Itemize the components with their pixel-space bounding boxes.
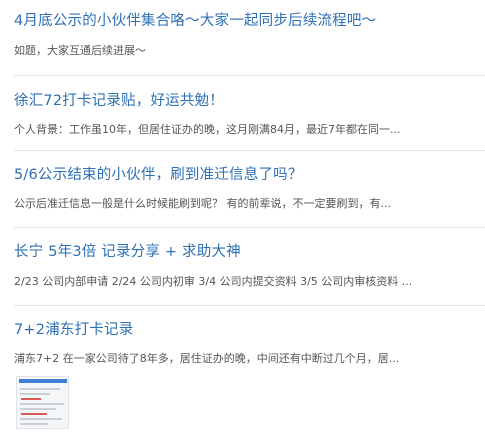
thumbnail-highlight (21, 398, 41, 400)
post-summary: 2/23 公司内部申请 2/24 公司内初审 3/4 公司内提交资料 3/5 公… (14, 275, 413, 288)
divider (14, 305, 485, 306)
post-summary: 浦东7+2 在一家公司待了8年多，居住证办的晚，中间还有中断过几个月，居... (14, 352, 400, 365)
thumbnail-highlight (21, 413, 47, 415)
thumbnail-line (20, 403, 64, 405)
post-summary: 公示后准迁信息一般是什么时候能刷到呢？ 有的前辈说，不一定要刷到，有... (14, 197, 391, 210)
thumbnail-line (20, 418, 62, 420)
post-summary: 个人背景：工作虽10年，但居住证办的晚，这月刚满84月，最近7年都在同一... (14, 123, 401, 136)
thumbnail-header (19, 379, 67, 383)
thumbnail-line (20, 408, 56, 410)
post-title[interactable]: 长宁 5年3倍 记录分享 + 求助大神 (14, 240, 241, 261)
post-thumbnail-icon[interactable] (16, 376, 69, 429)
post-title[interactable]: 徐汇72打卡记录贴，好运共勉！ (14, 89, 224, 110)
divider (14, 75, 485, 76)
post-title[interactable]: 7+2浦东打卡记录 (14, 318, 133, 339)
thumbnail-line (20, 423, 48, 425)
post-title[interactable]: 4月底公示的小伙伴集合咯～大家一起同步后续流程吧～ (14, 9, 376, 30)
divider (14, 227, 485, 228)
thumbnail-line (20, 393, 50, 395)
divider (14, 150, 485, 151)
thumbnail-line (20, 388, 60, 390)
post-summary: 如题，大家互通后续进展～ (14, 44, 146, 57)
post-list: 4月底公示的小伙伴集合咯～大家一起同步后续流程吧～ 如题，大家互通后续进展～ 徐… (0, 0, 485, 446)
post-title[interactable]: 5/6公示结束的小伙伴，刷到准迁信息了吗？ (14, 163, 303, 184)
